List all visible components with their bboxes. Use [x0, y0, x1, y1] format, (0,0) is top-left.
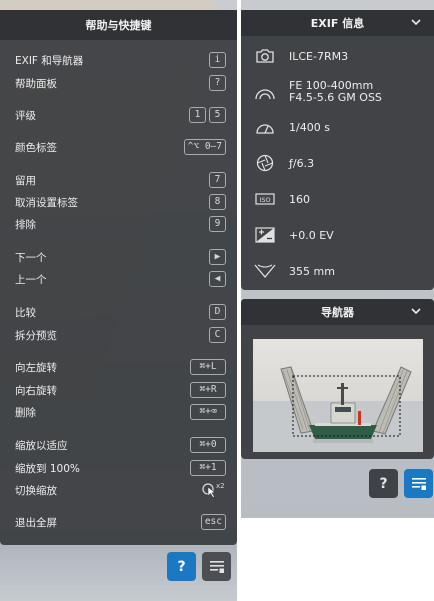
shortcut-label: 向右旋转 [15, 384, 57, 397]
shortcut-row-delete: 删除 ⌘+⌫ [0, 402, 237, 422]
shortcut-row-rating: 评级 1 5 [0, 105, 237, 125]
shortcut-key: 8 [209, 194, 226, 210]
shortcut-label: 评级 [15, 109, 36, 122]
shortcut-key: ^⌥ 0–7 [183, 139, 226, 155]
navigator-panel: 导航器 [241, 299, 434, 459]
shortcut-row-previous: 上一个 ◀ [0, 269, 237, 289]
list-view-button-right[interactable] [404, 469, 433, 498]
shortcut-label: 切换缩放 [15, 484, 57, 497]
help-button[interactable]: ? [167, 552, 196, 581]
shortcut-label: 缩放以适应 [15, 439, 68, 452]
shortcut-key: ⌘+R [190, 382, 226, 398]
shortcut-label: 下一个 [15, 251, 47, 264]
shortcut-key-right-arrow: ▶ [209, 249, 226, 265]
exif-shutter-value: 1/400 s [289, 120, 330, 134]
shortcut-label: 向左旋转 [15, 361, 57, 374]
shortcut-key: i [209, 52, 226, 68]
shortcut-row-reject: 排除 9 [0, 214, 237, 234]
list-view-icon [209, 560, 224, 573]
exif-iso-value: 160 [289, 192, 310, 206]
shortcut-row-toggle-zoom: 切换缩放 x2 [0, 480, 237, 500]
list-view-button[interactable] [202, 552, 231, 581]
navigator-panel-header[interactable]: 导航器 [241, 299, 434, 325]
shortcut-row-rotate-right: 向右旋转 ⌘+R [0, 380, 237, 400]
shortcut-key: D [209, 304, 226, 320]
exif-camera-value: ILCE-7RM3 [289, 49, 349, 63]
exif-row-aperture: ƒ/6.3 [241, 153, 434, 173]
shortcut-row-color-label: 颜色标签 ^⌥ 0–7 [0, 137, 237, 157]
iso-icon: ISO [255, 193, 275, 205]
double-click-zoom-icon: x2 [200, 481, 226, 499]
shortcut-key: 7 [209, 172, 226, 188]
shortcut-row-zoom-100: 缩放到 100% ⌘+1 [0, 458, 237, 478]
exif-focal-length-value: 355 mm [289, 264, 335, 278]
exif-exposure-value: +0.0 EV [289, 228, 334, 242]
shortcut-label: 比较 [15, 306, 36, 319]
help-panel-title: 帮助与快捷键 [0, 10, 237, 40]
help-button-label: ? [379, 475, 388, 492]
chevron-down-icon[interactable] [410, 16, 422, 28]
shortcut-label: 缩放到 100% [15, 462, 80, 475]
shortcut-row-exit-fullscreen: 退出全屏 esc [0, 512, 237, 532]
shortcut-row-unset-tag: 取消设置标签 8 [0, 192, 237, 212]
shortcut-key: 5 [209, 107, 226, 123]
shortcut-key: C [209, 327, 226, 343]
shortcut-label: 取消设置标签 [15, 196, 78, 209]
focal-length-icon [254, 264, 276, 279]
shortcut-label: EXIF 和导航器 [15, 54, 84, 67]
exif-row-exposure: +0.0 EV [241, 225, 434, 245]
boat-photo-thumbnail [253, 366, 423, 452]
navigator-thumbnail[interactable] [253, 339, 423, 452]
shortcut-row-next: 下一个 ▶ [0, 247, 237, 267]
shortcut-key: ⌘+1 [190, 460, 226, 476]
svg-text:ISO: ISO [259, 196, 270, 204]
help-button-right[interactable]: ? [369, 469, 398, 498]
shortcut-label: 拆分预览 [15, 329, 57, 342]
shortcut-label: 颜色标签 [15, 141, 57, 154]
exif-row-iso: ISO 160 [241, 189, 434, 209]
exif-row-camera: ILCE-7RM3 [241, 46, 434, 66]
shortcut-row-zoom-fit: 缩放以适应 ⌘+0 [0, 435, 237, 455]
shortcut-row-exif-navigator: EXIF 和导航器 i [0, 50, 237, 70]
shortcut-label: 退出全屏 [15, 516, 57, 529]
exif-panel-header[interactable]: EXIF 信息 [241, 10, 434, 36]
exif-row-shutter: 1/400 s [241, 117, 434, 137]
exif-row-lens: FE 100-400mm F4.5-5.6 GM OSS [241, 73, 434, 111]
exposure-compensation-icon [255, 227, 275, 243]
shortcut-label: 排除 [15, 218, 36, 231]
help-shortcuts-panel: 帮助与快捷键 EXIF 和导航器 i 帮助面板 ? 评级 1 5 颜色标签 ^⌥… [0, 10, 237, 545]
shortcut-row-help-panel: 帮助面板 ? [0, 73, 237, 93]
shortcut-row-split-preview: 拆分预览 C [0, 325, 237, 345]
shortcut-key: ⌘+⌫ [190, 404, 226, 420]
shortcut-label: 帮助面板 [15, 77, 57, 90]
shortcut-row-keep: 留用 7 [0, 170, 237, 190]
shortcut-row-compare: 比较 D [0, 302, 237, 322]
exif-info-panel: EXIF 信息 ILCE-7RM3 FE 100-400mm F4.5-5.6 … [241, 10, 434, 290]
shortcut-key-left-arrow: ◀ [209, 271, 226, 287]
shortcut-row-rotate-left: 向左旋转 ⌘+L [0, 357, 237, 377]
exif-row-focal-length: 355 mm [241, 261, 434, 281]
shortcut-key: 9 [209, 216, 226, 232]
shortcut-key: 1 [189, 107, 206, 123]
shortcut-label: 留用 [15, 174, 36, 187]
lens-icon [255, 89, 275, 100]
exif-lens-value: FE 100-400mm F4.5-5.6 GM OSS [289, 79, 382, 104]
aperture-icon [256, 154, 274, 172]
shortcut-key: ⌘+L [190, 359, 226, 375]
help-button-label: ? [177, 558, 186, 575]
camera-icon [256, 49, 274, 63]
shortcut-label: 删除 [15, 406, 36, 419]
shortcut-key: esc [200, 514, 226, 530]
navigator-panel-title: 导航器 [321, 306, 354, 319]
list-view-icon [411, 477, 426, 490]
shortcut-label: 上一个 [15, 273, 47, 286]
shortcut-key: ⌘+0 [190, 437, 226, 453]
exif-panel-title: EXIF 信息 [310, 17, 365, 30]
chevron-down-icon[interactable] [410, 305, 422, 317]
shortcut-key: ? [209, 75, 226, 91]
svg-text:x2: x2 [216, 482, 225, 490]
exif-aperture-value: ƒ/6.3 [289, 156, 315, 170]
shutter-speed-icon [256, 124, 274, 134]
